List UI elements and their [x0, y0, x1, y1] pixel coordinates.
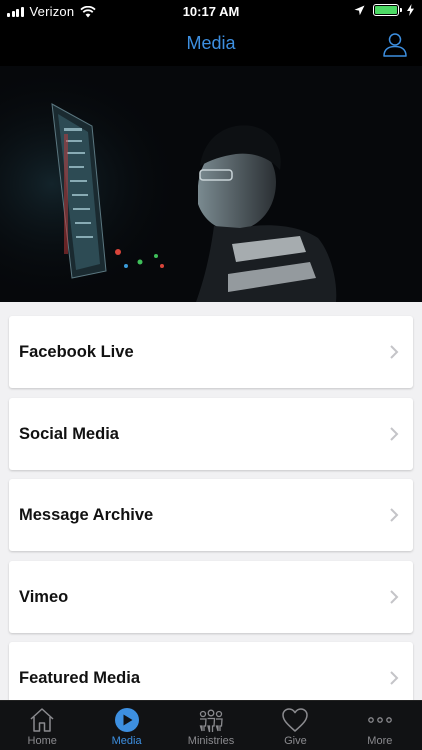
tab-label: Ministries — [187, 735, 235, 747]
tab-label: Give — [284, 735, 307, 747]
page-title: Media — [186, 33, 236, 53]
menu-item-label: Message Archive — [19, 505, 154, 524]
status-right — [354, 4, 414, 16]
hero-illustration — [0, 66, 422, 302]
tab-media[interactable]: Media — [84, 701, 168, 750]
tab-label: Media — [111, 735, 142, 747]
tab-ministries[interactable]: Ministries — [169, 701, 253, 750]
media-menu-list: Facebook Live Social Media Message Archi… — [0, 302, 422, 700]
more-icon — [367, 717, 392, 723]
menu-item-featured-media[interactable]: Featured Media — [9, 642, 413, 700]
person-icon[interactable] — [382, 31, 408, 57]
tab-label: Home — [27, 735, 57, 747]
tab-more[interactable]: More — [338, 701, 422, 750]
menu-item-label: Facebook Live — [19, 342, 134, 361]
charging-bolt-icon — [407, 4, 414, 16]
chevron-right-icon — [390, 427, 399, 441]
tab-home[interactable]: Home — [0, 701, 84, 750]
menu-item-label: Featured Media — [19, 668, 141, 687]
chevron-right-icon — [390, 345, 399, 359]
heart-icon — [282, 708, 309, 732]
hero-image — [0, 66, 422, 302]
menu-item-label: Vimeo — [19, 587, 69, 606]
menu-item-facebook-live[interactable]: Facebook Live — [9, 316, 413, 388]
play-icon — [114, 708, 139, 732]
nav-bar: Media — [0, 24, 422, 66]
chevron-right-icon — [390, 508, 399, 522]
chevron-right-icon — [390, 590, 399, 604]
menu-item-vimeo[interactable]: Vimeo — [9, 561, 413, 633]
menu-item-message-archive[interactable]: Message Archive — [9, 479, 413, 551]
location-arrow-icon — [354, 5, 365, 15]
menu-item-social-media[interactable]: Social Media — [9, 398, 413, 470]
battery-icon — [373, 4, 402, 16]
tab-give[interactable]: Give — [253, 701, 337, 750]
chevron-right-icon — [390, 671, 399, 685]
tab-label: More — [367, 735, 393, 747]
tab-bar: Home Media Ministries Give More — [0, 700, 422, 750]
people-icon — [199, 709, 223, 733]
menu-item-label: Social Media — [19, 424, 119, 443]
status-bar: Verizon 10:17 AM — [0, 0, 422, 24]
home-icon — [30, 708, 54, 732]
